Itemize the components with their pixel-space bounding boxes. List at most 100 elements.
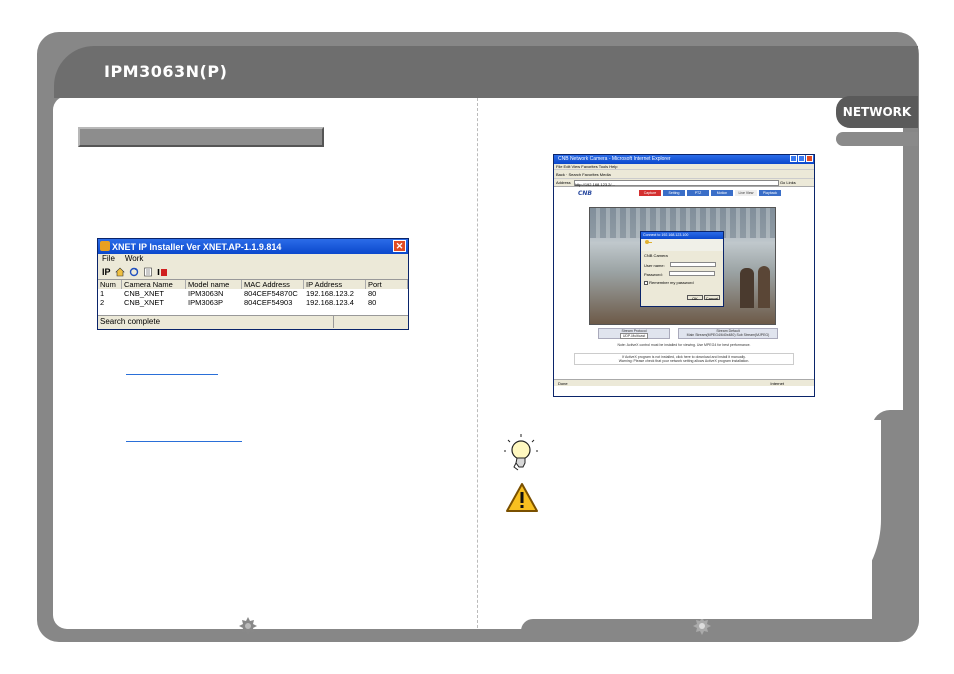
password-input[interactable] <box>668 271 715 276</box>
network-tab[interactable]: NETWORK <box>836 96 918 128</box>
user-name-input[interactable] <box>669 262 716 267</box>
gear-icon <box>239 617 257 635</box>
cell-camera-name: CNB_XNET <box>124 298 165 307</box>
dialog-site: CNB Camera <box>644 253 668 258</box>
lightbulb-icon <box>504 434 538 471</box>
login-dialog-title: Connect to 192.168.123.100 <box>641 232 723 239</box>
cell-model-name: IPM3063P <box>188 298 224 307</box>
key-icon <box>645 240 652 244</box>
ie-status-done: Done <box>558 381 568 386</box>
ie-title: CNB Network Camera - Microsoft Internet … <box>558 156 671 162</box>
remember-checkbox[interactable] <box>644 280 648 285</box>
col-num[interactable]: Num <box>98 280 122 289</box>
address-input[interactable]: http://192.168.123.2/... <box>573 179 779 187</box>
ie-status-bar: Done Internet <box>554 379 814 386</box>
cancel-button[interactable]: Cancel <box>704 295 720 301</box>
ie-browser-window: CNB Network Camera - Microsoft Internet … <box>553 154 815 397</box>
ie-toolbar[interactable]: Back · Search Favorites Media <box>554 170 814 179</box>
ip-config-icon[interactable]: I <box>157 267 169 277</box>
page-title: IPM3063N(P) <box>104 62 228 81</box>
col-camera-name[interactable]: Camera Name <box>122 280 186 289</box>
dialog-user-row: User name: <box>644 262 720 268</box>
section-heading-bar <box>78 127 324 147</box>
refresh-icon[interactable] <box>129 267 139 277</box>
activex-note: Note: ActiveX control must be installed … <box>617 343 751 347</box>
remember-row: Remember my password <box>644 280 720 285</box>
cell-mac-address: 804CEF54903 <box>244 298 293 307</box>
cell-camera-name: CNB_XNET <box>124 289 165 298</box>
home-icon[interactable] <box>114 267 125 277</box>
nav-ptz[interactable]: PTZ <box>687 190 709 196</box>
dialog-body: CNB Camera User name: Password: Remember… <box>641 251 723 303</box>
ie-address-bar: Address http://192.168.123.2/... Go Link… <box>554 179 814 187</box>
xnet-logo-icon <box>100 241 110 251</box>
status-text: Search complete <box>98 316 334 328</box>
ie-page-content: CNB Capture Setting PTZ Motion Live View… <box>554 187 814 386</box>
cell-port: 80 <box>368 298 377 307</box>
person-silhouette <box>758 266 770 308</box>
col-ip-address[interactable]: IP Address <box>304 280 366 289</box>
svg-text:I: I <box>157 268 160 277</box>
col-mac-address[interactable]: MAC Address <box>242 280 304 289</box>
nav-playback[interactable]: Playback <box>759 190 781 196</box>
col-model-name[interactable]: Model name <box>186 280 242 289</box>
stream-protocol-select[interactable]: UDP-Multicast <box>619 333 649 339</box>
go-button[interactable]: Go <box>780 180 785 185</box>
link-underline[interactable] <box>126 441 242 442</box>
list-icon[interactable] <box>143 267 153 277</box>
cnb-logo: CNB <box>578 190 592 197</box>
dialog-buttons: OK Cancel <box>644 295 720 301</box>
person-silhouette <box>740 268 754 308</box>
nav-live-view[interactable]: Live View <box>735 190 757 196</box>
dialog-pass-row: Password: <box>644 271 720 277</box>
ie-status-zone: Internet <box>770 381 784 386</box>
activex-warning-text: Warning: Please check that your network … <box>618 359 750 363</box>
right-content-curve <box>521 420 881 619</box>
cell-model-name: IPM3063N <box>188 289 224 298</box>
menu-work[interactable]: Work <box>125 254 144 265</box>
xnet-title-bar: XNET IP Installer Ver XNET.AP-1.1.9.814 … <box>98 239 408 254</box>
login-dialog: Connect to 192.168.123.100 CNB Camera Us… <box>640 231 724 307</box>
close-icon[interactable]: ✕ <box>393 240 406 252</box>
status-pane <box>334 316 408 328</box>
table-row[interactable]: 2 CNB_XNET IPM3063P 804CEF54903 192.168.… <box>98 298 408 307</box>
ie-window-controls <box>790 155 813 162</box>
address-label: Address <box>556 180 571 185</box>
activex-install-note: If ActiveX program is not installed, cli… <box>574 353 794 365</box>
tab-accent <box>836 132 918 146</box>
ok-button[interactable]: OK <box>686 295 703 301</box>
menu-file[interactable]: File <box>102 254 115 265</box>
cell-num: 2 <box>100 298 105 307</box>
links-label: Links <box>786 180 796 185</box>
nav-motion[interactable]: Motion <box>711 190 733 196</box>
nav-capture[interactable]: Capture <box>639 190 661 196</box>
camera-table: Num Camera Name Model name MAC Address I… <box>98 279 408 315</box>
close-icon[interactable] <box>806 155 813 162</box>
table-header: Num Camera Name Model name MAC Address I… <box>98 280 408 289</box>
cell-num: 1 <box>100 289 105 298</box>
ie-title-bar: CNB Network Camera - Microsoft Internet … <box>554 155 814 164</box>
cell-ip-address: 192.168.123.2 <box>306 289 354 298</box>
link-underline[interactable] <box>126 374 218 375</box>
col-port[interactable]: Port <box>366 280 408 289</box>
camera-nav: Capture Setting PTZ Motion Live View Pla… <box>639 190 781 196</box>
user-name-label: User name: <box>644 263 665 268</box>
warning-icon <box>506 483 538 512</box>
ip-tool-button[interactable]: IP <box>102 267 111 277</box>
footer-bar-right <box>521 619 919 642</box>
xnet-title: XNET IP Installer Ver XNET.AP-1.1.9.814 <box>112 241 282 252</box>
maximize-icon[interactable] <box>798 155 805 162</box>
minimize-icon[interactable] <box>790 155 797 162</box>
cell-mac-address: 804CEF54870C <box>244 289 298 298</box>
remember-label: Remember my password <box>649 280 694 285</box>
stream-protocol-box: Stream Protocol UDP-Multicast <box>598 328 670 339</box>
nav-setting[interactable]: Setting <box>663 190 685 196</box>
cell-port: 80 <box>368 289 377 298</box>
gear-icon <box>693 617 711 635</box>
xnet-status-bar: Search complete <box>98 315 408 328</box>
xnet-toolbar: IP I <box>98 265 408 279</box>
table-row[interactable]: 1 CNB_XNET IPM3063N 804CEF54870C 192.168… <box>98 289 408 298</box>
cell-ip-address: 192.168.123.4 <box>306 298 354 307</box>
stream-default-value: Main Stream(MPEG4/640x480) Sub Stream(MJ… <box>686 333 770 337</box>
xnet-installer-window: XNET IP Installer Ver XNET.AP-1.1.9.814 … <box>97 238 409 330</box>
